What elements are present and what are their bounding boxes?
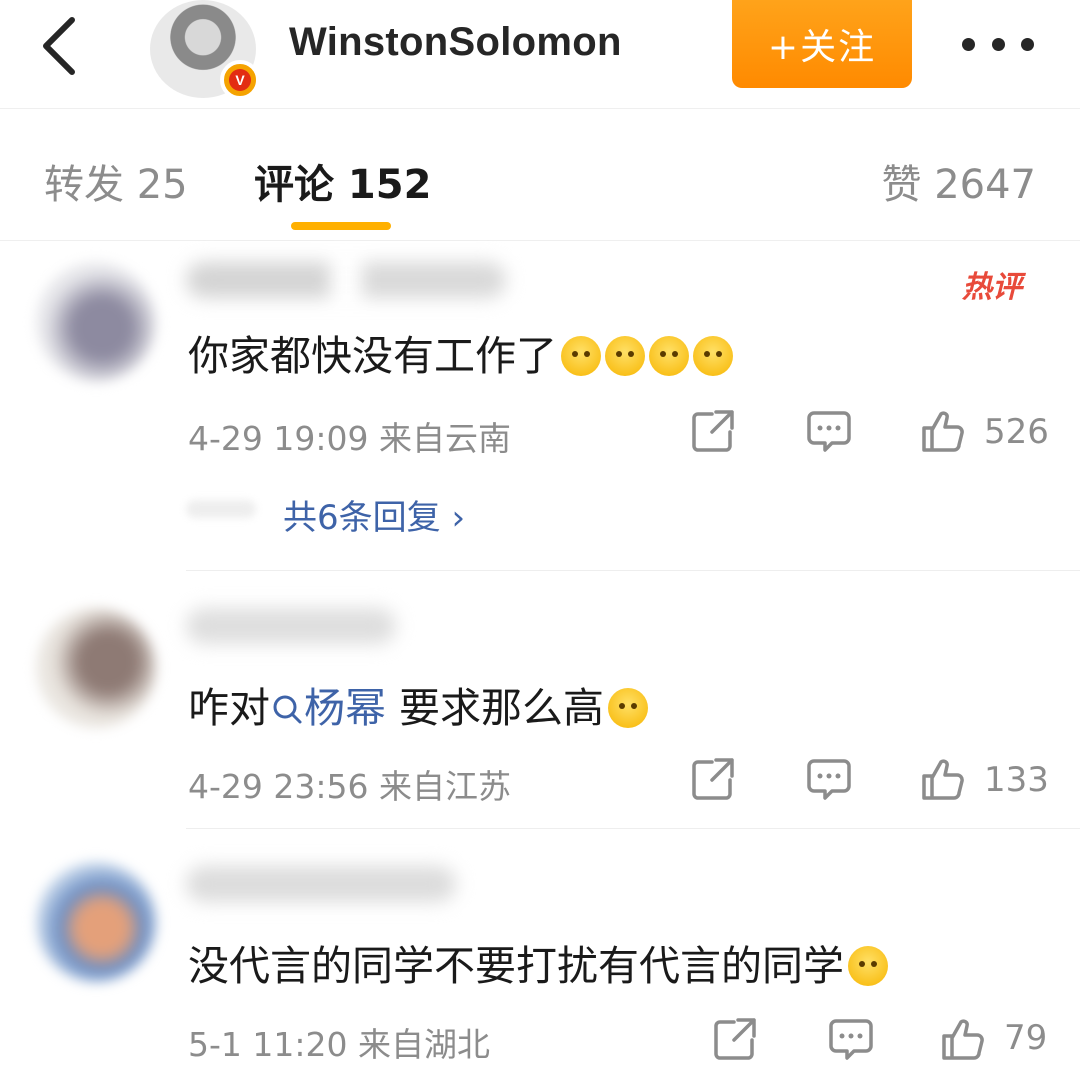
- more-icon[interactable]: [962, 36, 1034, 52]
- commenter-name[interactable]: [186, 608, 396, 644]
- crying-emoji-icon: [693, 336, 733, 376]
- like-count: 79: [1004, 1018, 1048, 1058]
- thumbs-up-icon[interactable]: [940, 1016, 986, 1062]
- share-icon[interactable]: [712, 1016, 758, 1062]
- mention-link[interactable]: 杨幂: [270, 684, 386, 732]
- follow-button[interactable]: +关注: [732, 0, 912, 88]
- hot-comment-badge: 热评: [962, 270, 1022, 305]
- crying-emoji-icon: [649, 336, 689, 376]
- crying-emoji-icon: [561, 336, 601, 376]
- comment-bubble-icon[interactable]: [806, 756, 852, 802]
- commenter-name[interactable]: [186, 262, 506, 298]
- comment-text: 没代言的同学不要打扰有代言的同学: [188, 932, 888, 992]
- reply-preview-blur: [186, 500, 256, 518]
- comment-bubble-icon[interactable]: [806, 408, 852, 454]
- verified-badge-icon: V: [220, 60, 260, 100]
- username[interactable]: WinstonSolomon: [289, 20, 622, 65]
- like-count: 526: [984, 412, 1049, 452]
- thumbs-up-icon[interactable]: [920, 408, 966, 454]
- commenter-avatar[interactable]: [36, 608, 156, 728]
- tab-like[interactable]: 赞 2647: [881, 152, 1036, 210]
- active-tab-indicator: [291, 222, 391, 230]
- commenter-avatar[interactable]: [36, 862, 156, 982]
- tab-bar: 转发 25 评论 152 赞 2647: [0, 108, 1080, 241]
- thinking-emoji-icon: [848, 946, 888, 986]
- comment-meta: 4-29 23:56 来自江苏: [188, 767, 511, 806]
- thumbs-up-icon[interactable]: [920, 756, 966, 802]
- comment-meta: 4-29 19:09 来自云南: [188, 419, 511, 458]
- divider: [186, 570, 1080, 571]
- commenter-avatar[interactable]: [36, 262, 156, 382]
- top-bar: V WinstonSolomon +关注: [0, 0, 1080, 109]
- comment-text: 你家都快没有工作了: [188, 322, 733, 382]
- share-icon[interactable]: [690, 408, 736, 454]
- commenter-name[interactable]: [186, 866, 456, 902]
- crying-emoji-icon: [605, 336, 645, 376]
- like-count: 133: [984, 760, 1049, 800]
- tab-comment[interactable]: 评论 152: [254, 152, 431, 210]
- view-replies-link[interactable]: 共6条回复 ›: [283, 490, 465, 539]
- comment-meta: 5-1 11:20 来自湖北: [188, 1025, 490, 1064]
- share-icon[interactable]: [690, 756, 736, 802]
- laughing-crying-emoji-icon: [608, 688, 649, 728]
- comment-text: 咋对 杨幂 要求那么高: [188, 674, 649, 734]
- divider: [186, 828, 1080, 829]
- comment-bubble-icon[interactable]: [828, 1016, 874, 1062]
- back-arrow-icon[interactable]: [36, 14, 92, 78]
- search-icon: [273, 695, 302, 724]
- tab-repost[interactable]: 转发 25: [44, 152, 188, 210]
